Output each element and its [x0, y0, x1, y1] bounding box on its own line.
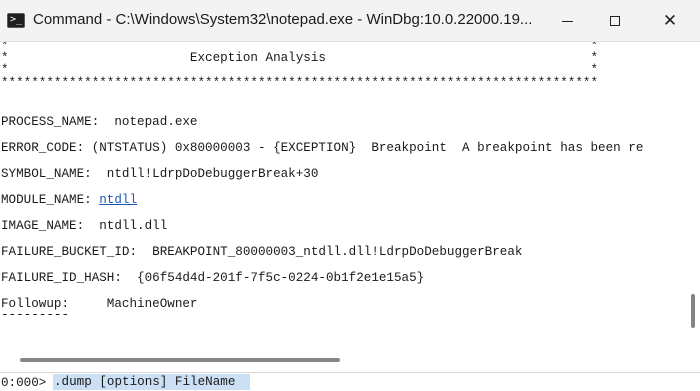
- windbg-command-window: >_ Command - C:\Windows\System32\notepad…: [0, 0, 700, 391]
- output-line: * *: [1, 63, 599, 77]
- vertical-scroll-thumb[interactable]: [691, 294, 695, 328]
- maximize-icon: [610, 16, 620, 26]
- close-button[interactable]: ✕: [647, 0, 693, 42]
- command-input[interactable]: [53, 374, 250, 390]
- close-icon: ✕: [662, 10, 678, 31]
- symbol-name-line: SYMBOL_NAME: ntdll!LdrpDoDebuggerBreak+3…: [1, 167, 319, 181]
- vertical-scrollbar[interactable]: [686, 42, 700, 348]
- output-line: ****************************************…: [1, 76, 599, 90]
- title-bar[interactable]: >_ Command - C:\Windows\System32\notepad…: [0, 0, 700, 42]
- minimize-button[interactable]: [544, 0, 590, 42]
- horizontal-scrollbar[interactable]: [0, 348, 700, 370]
- command-bar: 0:000>: [0, 372, 700, 391]
- window-title: Command - C:\Windows\System32\notepad.ex…: [33, 11, 533, 28]
- error-code-line: ERROR_CODE: (NTSTATUS) 0x80000003 - {EXC…: [1, 141, 644, 155]
- separator-line: ---------: [1, 308, 70, 322]
- process-name-line: PROCESS_NAME: notepad.exe: [1, 115, 198, 129]
- module-link[interactable]: ntdll: [99, 193, 137, 207]
- module-name-line: MODULE_NAME: ntdll: [1, 193, 137, 207]
- failure-bucket-line: FAILURE_BUCKET_ID: BREAKPOINT_80000003_n…: [1, 245, 523, 259]
- failure-hash-line: FAILURE_ID_HASH: {06f54d4d-201f-7f5c-022…: [1, 271, 425, 285]
- minimize-icon: [561, 20, 573, 22]
- terminal-icon: >_: [7, 13, 25, 28]
- command-prompt: 0:000>: [1, 376, 54, 390]
- command-output[interactable]: * * * Exception Analysis * * * *********…: [0, 42, 686, 348]
- module-name-label: MODULE_NAME:: [1, 193, 100, 207]
- horizontal-scroll-thumb[interactable]: [20, 358, 340, 362]
- maximize-button[interactable]: [592, 0, 638, 42]
- image-name-line: IMAGE_NAME: ntdll.dll: [1, 219, 168, 233]
